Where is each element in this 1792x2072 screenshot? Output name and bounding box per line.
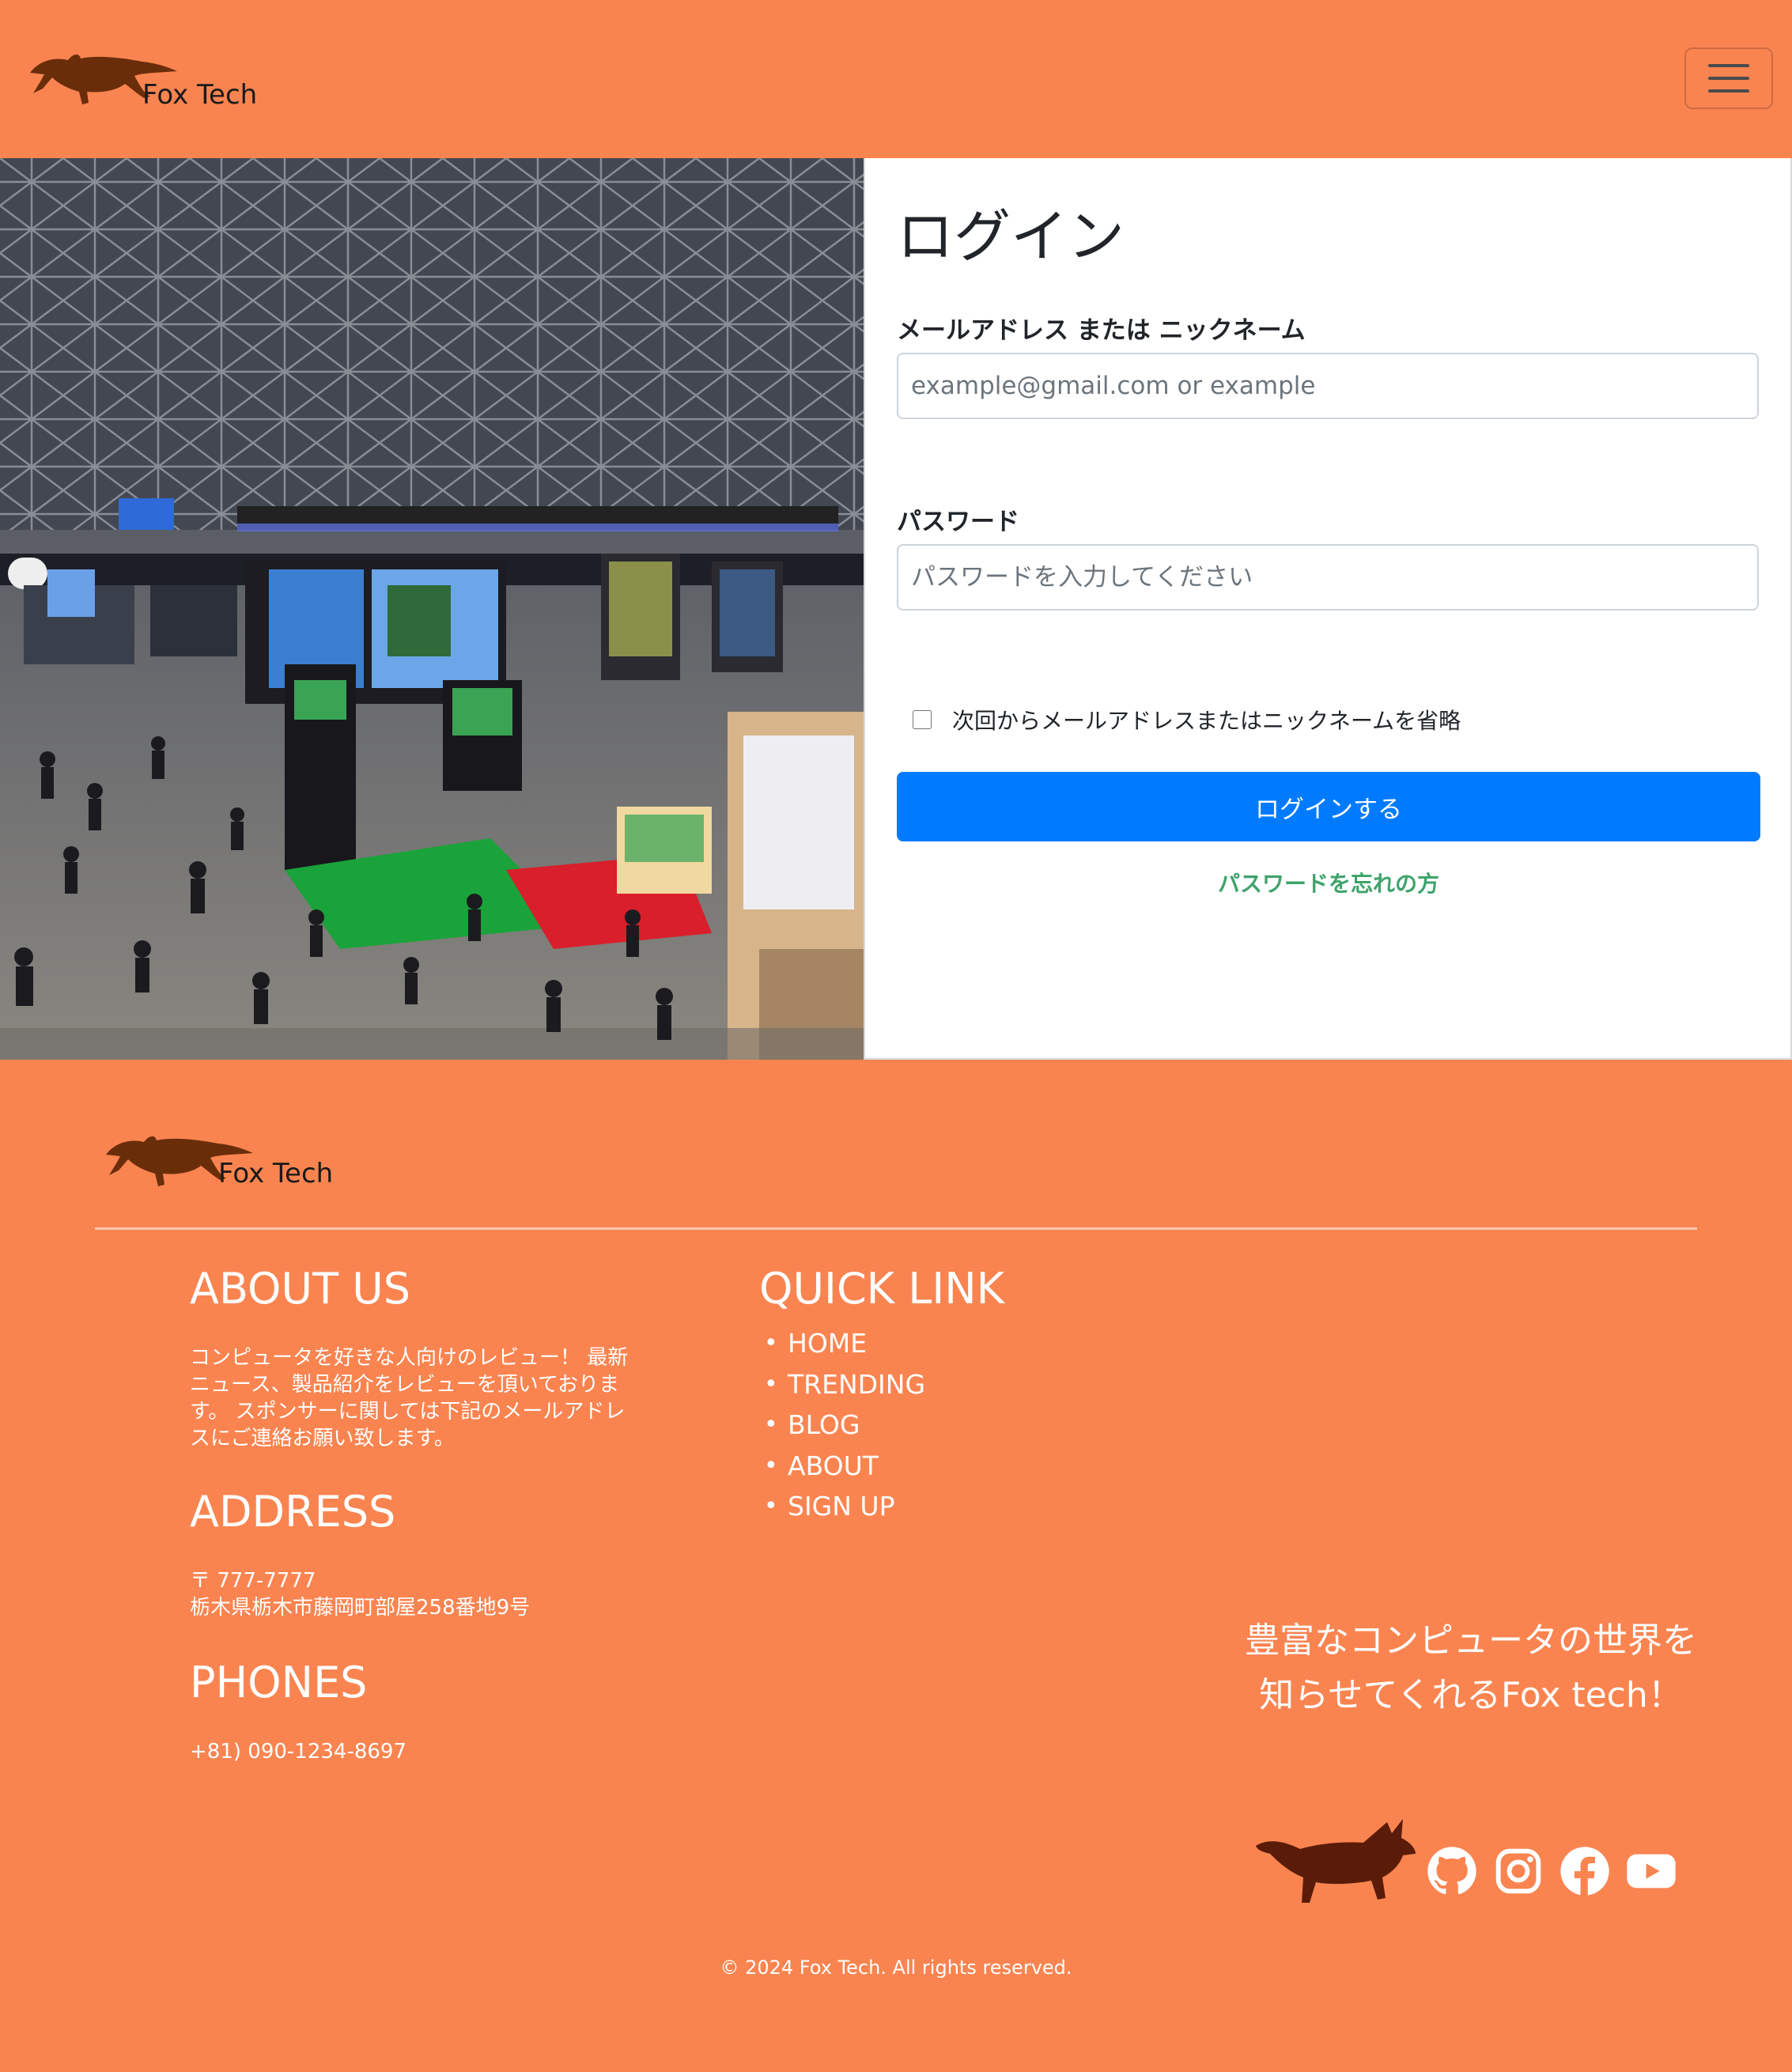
- email-label: メールアドレス または ニックネーム: [897, 316, 1306, 345]
- footer-tagline: 豊富なコンピュータの世界を 知らせてくれるFox tech！: [1245, 1620, 1697, 1715]
- quick-link-trending[interactable]: TRENDING: [788, 1369, 925, 1400]
- menu-toggle-button[interactable]: [1684, 47, 1773, 109]
- login-submit-button[interactable]: ログインする: [897, 772, 1760, 841]
- quick-link-blog[interactable]: BLOG: [788, 1409, 860, 1440]
- forgot-password-link[interactable]: パスワードを忘れの方: [897, 867, 1760, 898]
- login-title: ログイン: [897, 203, 1125, 270]
- phones-title: PHONES: [190, 1658, 368, 1707]
- expo-hall-photo: [0, 158, 864, 1060]
- footer-brand-logo[interactable]: Fox Tech: [100, 1131, 337, 1210]
- remember-label[interactable]: 次回からメールアドレスまたはニックネームを省略: [952, 704, 1461, 735]
- footer: Fox Tech ABOUT US コンピュータを好きな人向けのレビュー！ 最新…: [0, 1060, 1792, 2072]
- phone-number: +81) 090-1234-8697: [190, 1740, 407, 1764]
- list-item: SIGN UP: [764, 1486, 925, 1527]
- social-links: [1253, 1814, 1680, 1917]
- brand-logo[interactable]: Fox Tech: [24, 44, 261, 123]
- remember-option: 次回からメールアドレスまたはニックネームを省略: [913, 704, 1461, 735]
- quick-link-about[interactable]: ABOUT: [788, 1450, 879, 1481]
- list-item: ABOUT: [764, 1446, 925, 1487]
- brand-name: Fox Tech: [142, 79, 258, 111]
- password-label: パスワード: [897, 508, 1019, 536]
- quick-link-title: QUICK LINK: [759, 1264, 1005, 1314]
- footer-brand-name: Fox Tech: [218, 1158, 334, 1189]
- main-content: ログイン メールアドレス または ニックネーム パスワード 次回からメールアドレ…: [0, 158, 1792, 1060]
- about-text: コンピュータを好きな人向けのレビュー！ 最新ニュース、製品紹介をレビューを頂いて…: [190, 1346, 629, 1450]
- about-title: ABOUT US: [190, 1264, 411, 1314]
- address-line: 栃木県栃木市藤岡町部屋258番地9号: [190, 1596, 531, 1620]
- remember-checkbox[interactable]: [913, 710, 932, 729]
- list-item: HOME: [764, 1323, 925, 1364]
- hamburger-icon-line: [1708, 89, 1749, 93]
- list-item: TRENDING: [764, 1364, 925, 1405]
- quick-link-home[interactable]: HOME: [788, 1328, 867, 1359]
- instagram-icon[interactable]: [1493, 1846, 1544, 1896]
- login-panel: ログイン メールアドレス または ニックネーム パスワード 次回からメールアドレ…: [864, 158, 1792, 1060]
- quick-link-signup[interactable]: SIGN UP: [788, 1491, 894, 1522]
- facebook-icon[interactable]: [1559, 1846, 1610, 1896]
- password-field[interactable]: [897, 544, 1759, 611]
- email-field[interactable]: [897, 353, 1759, 419]
- top-navbar: Fox Tech: [0, 0, 1792, 158]
- address-postal: 〒 777-7777: [190, 1569, 316, 1593]
- footer-divider: [95, 1227, 1697, 1230]
- copyright-text: © 2024 Fox Tech. All rights reserved.: [720, 1957, 1072, 1979]
- list-item: BLOG: [764, 1405, 925, 1446]
- quick-link-list: HOME TRENDING BLOG ABOUT SIGN UP: [764, 1323, 925, 1527]
- youtube-icon[interactable]: [1626, 1846, 1677, 1896]
- hamburger-icon: [1708, 64, 1749, 67]
- github-icon[interactable]: [1427, 1846, 1477, 1896]
- fox-mascot-icon: [1256, 1819, 1416, 1903]
- hamburger-icon-line: [1708, 77, 1749, 80]
- address-title: ADDRESS: [190, 1487, 396, 1537]
